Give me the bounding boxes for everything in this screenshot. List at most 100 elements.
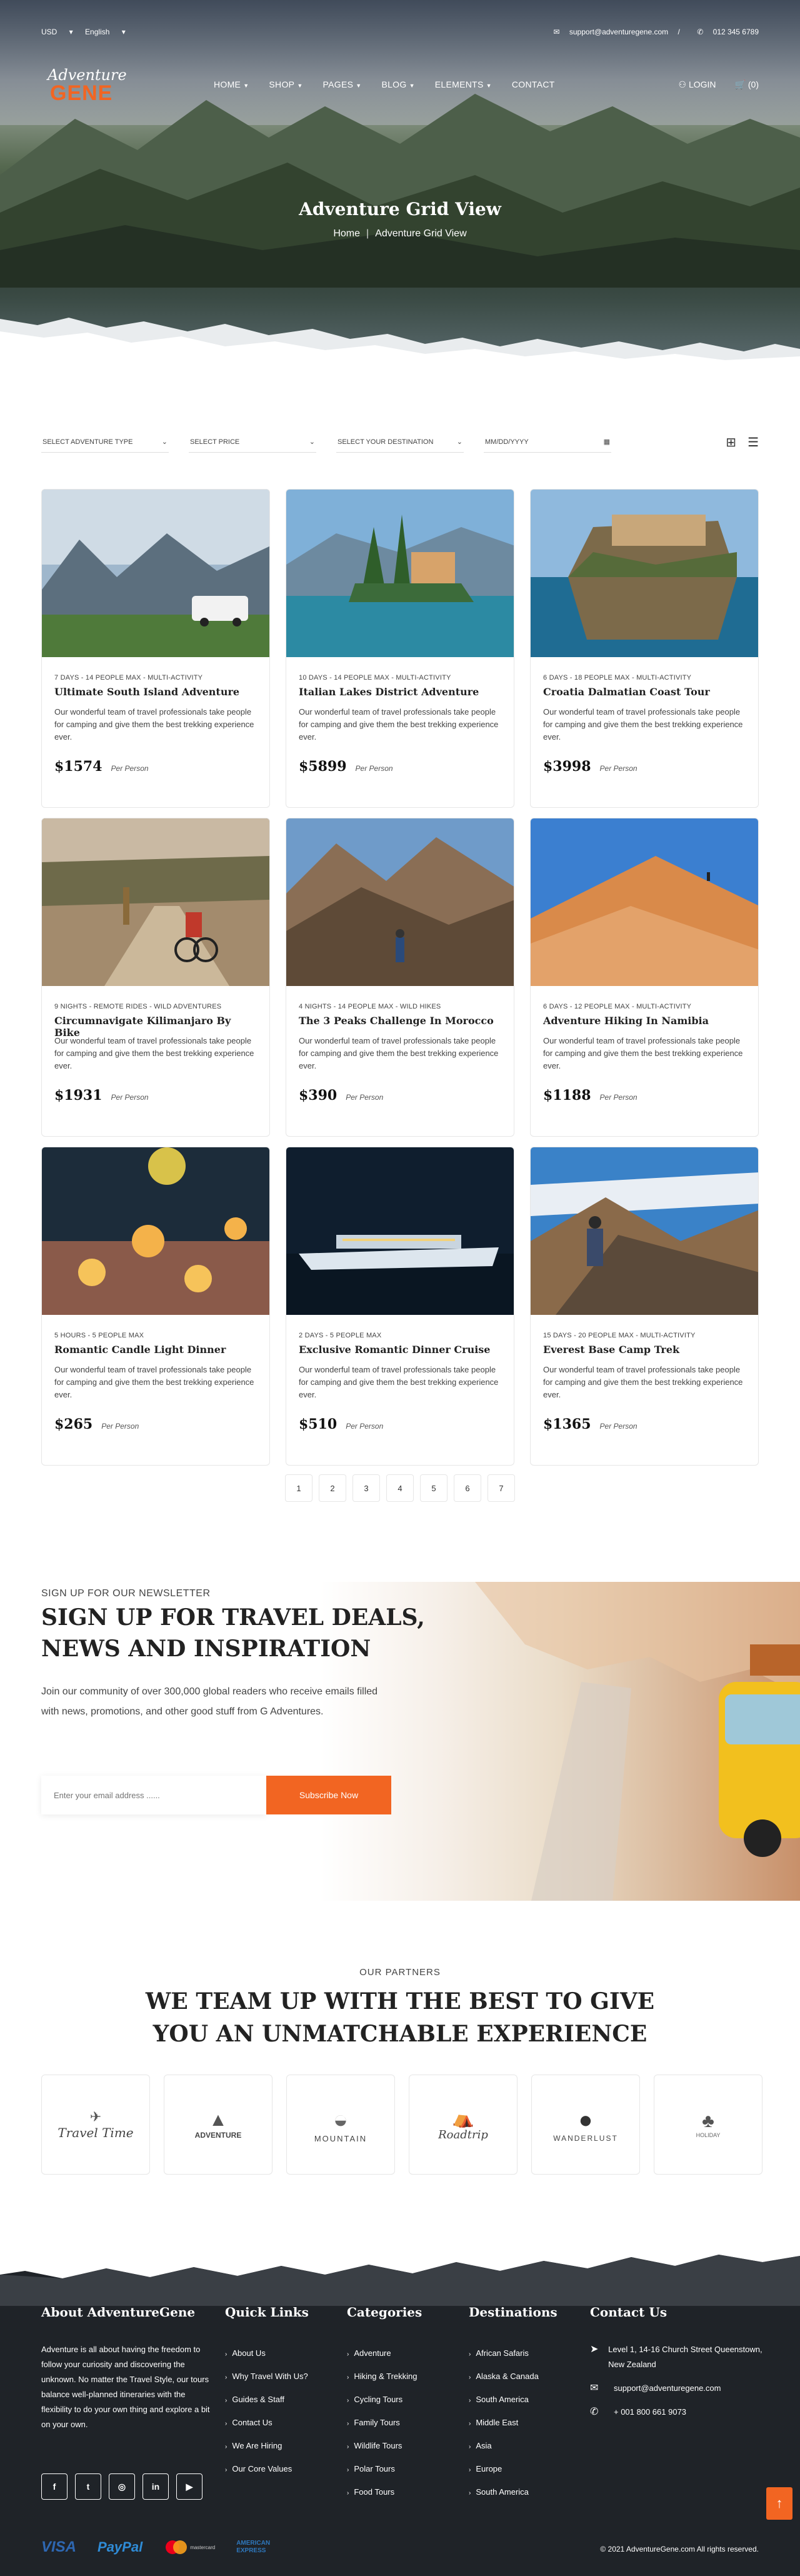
footer-link[interactable]: › About Us (225, 2342, 309, 2365)
footer-link[interactable]: › Asia (469, 2435, 558, 2458)
mail-icon: ✉ (553, 28, 560, 36)
site-logo[interactable]: Adventure GENE (41, 63, 127, 106)
price-select[interactable]: SELECT PRICE ⌄ (189, 431, 316, 453)
tour-card[interactable]: 2 DAYS - 5 PEOPLE MAX Exclusive Romantic… (286, 1147, 514, 1466)
partner-logo[interactable]: ♣ HOLIDAY (654, 2075, 762, 2175)
tour-title[interactable]: Exclusive Romantic Dinner Cruise (299, 1344, 501, 1356)
breadcrumb-home[interactable]: Home (333, 228, 360, 239)
email-link[interactable]: ✉ support@adventuregene.com (546, 28, 668, 36)
tour-card[interactable]: 10 DAYS - 14 PEOPLE MAX - MULTI-ACTIVITY… (286, 489, 514, 808)
login-link[interactable]: ⚇ LOGIN (679, 79, 716, 90)
chevron-right-icon: › (347, 2420, 349, 2427)
page-link[interactable]: 1 (285, 1474, 312, 1502)
tour-card[interactable]: 6 DAYS - 12 PEOPLE MAX - MULTI-ACTIVITY … (530, 818, 759, 1137)
footer-link[interactable]: › South America (469, 2481, 558, 2504)
adventure-type-select[interactable]: SELECT ADVENTURE TYPE ⌄ (41, 431, 169, 453)
newsletter-section: SIGN UP FOR OUR NEWSLETTER SIGN UP FOR T… (0, 1582, 800, 1901)
page-link[interactable]: 6 (454, 1474, 481, 1502)
partner-logo[interactable]: ◒ MOUNTAIN (286, 2075, 395, 2175)
footer-phone[interactable]: + 001 800 661 9073 (614, 2405, 686, 2420)
linkedin-icon[interactable]: in (142, 2473, 169, 2500)
footer-link[interactable]: › Europe (469, 2458, 558, 2481)
date-input[interactable]: MM/DD/YYYY ▦ (484, 431, 611, 453)
nav-item-blog[interactable]: BLOG ▼ (381, 79, 414, 89)
footer-quick-title: Quick Links (225, 2305, 309, 2320)
chevron-right-icon: › (469, 2420, 471, 2427)
nav-item-elements[interactable]: ELEMENTS ▼ (435, 79, 492, 89)
nav-item-home[interactable]: HOME ▼ (214, 79, 249, 89)
chevron-right-icon: › (469, 2467, 471, 2473)
location-icon: ➤ (590, 2344, 599, 2355)
price-unit: Per Person (346, 1422, 384, 1431)
mastercard-text: mastercard (190, 2544, 216, 2550)
nav-item-pages[interactable]: PAGES ▼ (323, 79, 362, 89)
tour-card[interactable]: 9 NIGHTS - REMOTE RIDES - WILD ADVENTURE… (41, 818, 270, 1137)
newsletter-email-input[interactable] (41, 1776, 266, 1814)
footer-link[interactable]: › Guides & Staff (225, 2388, 309, 2412)
footer-link[interactable]: › African Safaris (469, 2342, 558, 2365)
mail-icon: ✉ (590, 2383, 599, 2393)
footer-link[interactable]: › Adventure (347, 2342, 422, 2365)
footer-link[interactable]: › Food Tours (347, 2481, 422, 2504)
tour-meta: 9 NIGHTS - REMOTE RIDES - WILD ADVENTURE… (54, 1003, 222, 1010)
language-select[interactable]: English ▾ (85, 28, 126, 36)
footer-link[interactable]: › Why Travel With Us? (225, 2365, 309, 2388)
grid-view-icon[interactable]: ⊞ (726, 435, 736, 450)
visa-logo: VISA (41, 2538, 77, 2555)
tour-card[interactable]: 6 DAYS - 18 PEOPLE MAX - MULTI-ACTIVITY … (530, 489, 759, 808)
tour-title[interactable]: Romantic Candle Light Dinner (54, 1344, 257, 1356)
partners-kicker: OUR PARTNERS (359, 1967, 441, 1978)
footer-link[interactable]: › Contact Us (225, 2412, 309, 2435)
destination-select[interactable]: SELECT YOUR DESTINATION ⌄ (336, 431, 464, 453)
tour-card[interactable]: 5 HOURS - 5 PEOPLE MAX Romantic Candle L… (41, 1147, 270, 1466)
nav-item-contact[interactable]: CONTACT (512, 79, 555, 89)
nav-menu: HOME ▼ SHOP ▼ PAGES ▼ BLOG ▼ ELEMENTS ▼ CONTA… (214, 79, 575, 89)
tour-title[interactable]: Italian Lakes District Adventure (299, 686, 501, 698)
footer-link[interactable]: › South America (469, 2388, 558, 2412)
list-view-icon[interactable]: ☰ (748, 435, 759, 450)
tour-title[interactable]: Adventure Hiking In Namibia (543, 1015, 746, 1027)
footer-link[interactable]: › Polar Tours (347, 2458, 422, 2481)
tour-card[interactable]: 7 DAYS - 14 PEOPLE MAX - MULTI-ACTIVITY … (41, 489, 270, 808)
partner-logo[interactable]: ✈ Travel Time (41, 2075, 150, 2175)
instagram-icon[interactable]: ◎ (109, 2473, 135, 2500)
back-to-top-button[interactable]: ↑ (766, 2487, 792, 2520)
tour-title[interactable]: The 3 Peaks Challenge In Morocco (299, 1015, 501, 1027)
footer-link[interactable]: › Our Core Values (225, 2458, 309, 2481)
footer-link[interactable]: › Family Tours (347, 2412, 422, 2435)
partner-logo[interactable]: ⛺ Roadtrip (409, 2075, 518, 2175)
footer-link[interactable]: › Cycling Tours (347, 2388, 422, 2412)
page-link[interactable]: 2 (319, 1474, 346, 1502)
facebook-icon[interactable]: f (41, 2473, 68, 2500)
page-link[interactable]: 7 (488, 1474, 515, 1502)
footer-link[interactable]: › Alaska & Canada (469, 2365, 558, 2388)
partner-logo[interactable]: ▲ ADVENTURE (164, 2075, 272, 2175)
chevron-right-icon: › (469, 2443, 471, 2450)
footer-link[interactable]: › Wildlife Tours (347, 2435, 422, 2458)
phone-link[interactable]: ✆ 012 345 6789 (689, 28, 759, 36)
youtube-icon[interactable]: ▶ (176, 2473, 202, 2500)
tour-title[interactable]: Everest Base Camp Trek (543, 1344, 746, 1356)
subscribe-button[interactable]: Subscribe Now (266, 1776, 391, 1814)
nav-item-shop[interactable]: SHOP ▼ (269, 79, 302, 89)
page-link[interactable]: 5 (420, 1474, 448, 1502)
page-link[interactable]: 3 (352, 1474, 380, 1502)
page-link[interactable]: 4 (386, 1474, 414, 1502)
chevron-right-icon: › (347, 2443, 349, 2450)
tour-title[interactable]: Croatia Dalmatian Coast Tour (543, 686, 746, 698)
currency-select[interactable]: USD ▾ (41, 28, 73, 36)
footer-email[interactable]: support@adventuregene.com (614, 2381, 721, 2396)
tour-title[interactable]: Ultimate South Island Adventure (54, 686, 257, 698)
tour-price: $1188 Per Person (543, 1087, 638, 1104)
footer-categories: Categories › Adventure › Hiking & Trekking… (347, 2305, 422, 2504)
partner-logo[interactable]: ● WANDERLUST (531, 2075, 640, 2175)
price-value: $5899 (299, 758, 347, 775)
footer-link[interactable]: › Middle East (469, 2412, 558, 2435)
twitter-icon[interactable]: t (75, 2473, 101, 2500)
tour-card[interactable]: 15 DAYS - 20 PEOPLE MAX - MULTI-ACTIVITY… (530, 1147, 759, 1466)
tour-card[interactable]: 4 NIGHTS - 14 PEOPLE MAX - WILD HIKES Th… (286, 818, 514, 1137)
footer-link[interactable]: › We Are Hiring (225, 2435, 309, 2458)
partner-logo-text: Travel Time (58, 2125, 134, 2140)
cart-link[interactable]: 🛒 (0) (735, 79, 759, 90)
footer-link[interactable]: › Hiking & Trekking (347, 2365, 422, 2388)
